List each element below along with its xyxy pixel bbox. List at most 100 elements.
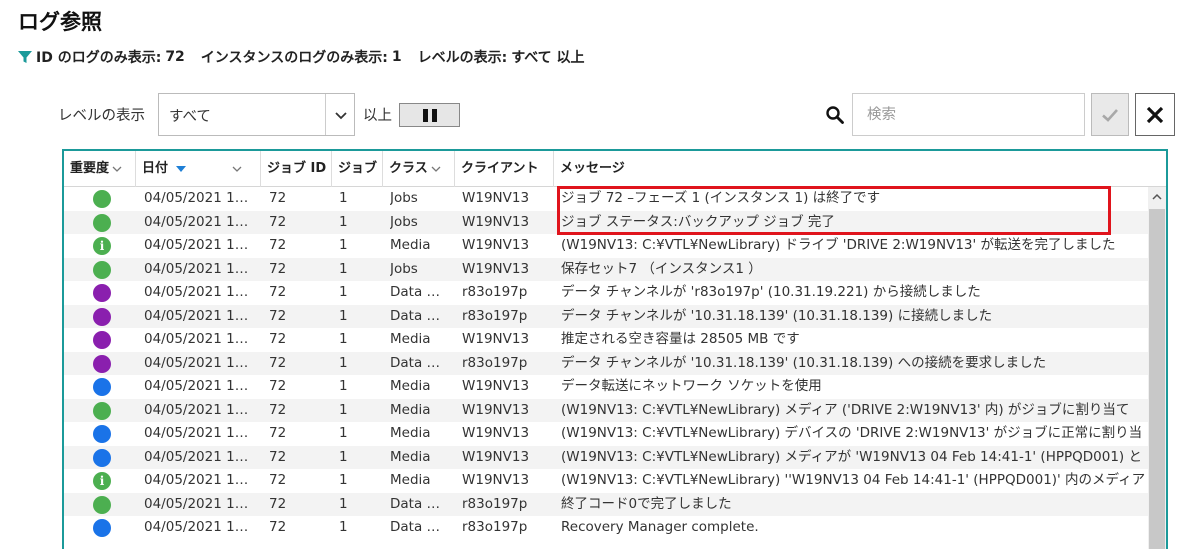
pause-icon-bar	[431, 108, 437, 122]
column-header-message[interactable]: メッセージ	[554, 151, 1166, 187]
cell-class: Data …	[390, 519, 441, 535]
column-header-job-id-label: ジョブ ID	[267, 161, 327, 176]
column-header-message-label: メッセージ	[560, 161, 625, 176]
table-row[interactable]: 04/05/2021 1… 72 1 Data … r83o197p Recovery M…	[64, 516, 1148, 540]
filter-instance-label: インスタンスのログのみ表示:	[200, 50, 388, 66]
cell-client: r83o197p	[462, 354, 528, 371]
cell-date: 04/05/2021 1…	[144, 495, 249, 512]
table-row[interactable]: 04/05/2021 1… 72 1 Media W19NV13 データ転送にネットワーク…	[64, 375, 1148, 399]
cell-date: 04/05/2021 1…	[144, 284, 249, 300]
cell-message: (W19NV13: C:¥VTL¥NewLibrary) ドライブ 'DRIVE…	[561, 237, 1116, 253]
pause-button[interactable]	[399, 103, 460, 127]
search-input[interactable]	[852, 93, 1085, 136]
cell-date: 04/05/2021 1…	[144, 425, 249, 441]
cell-client: W19NV13	[462, 237, 530, 253]
cell-class: Jobs	[390, 213, 418, 230]
column-header-severity[interactable]: 重要度	[64, 151, 136, 187]
confirm-button[interactable]	[1091, 93, 1129, 136]
table-row[interactable]: 04/05/2021 1… 72 1 Jobs W19NV13 保存セット7 （インスタン…	[64, 257, 1148, 281]
cell-client: r83o197p	[462, 519, 528, 535]
cell-job-id: 72	[269, 307, 287, 324]
cell-job: 1	[339, 472, 348, 488]
column-header-job[interactable]: ジョブ	[332, 151, 383, 187]
cell-client: W19NV13	[462, 331, 530, 347]
cell-class: Media	[390, 331, 431, 347]
cell-job-id: 72	[269, 472, 287, 488]
cell-date: 04/05/2021 1…	[144, 213, 249, 230]
cell-job-id: 72	[269, 213, 287, 230]
filter-id-label: ID のログのみ表示:	[36, 50, 162, 66]
table-row[interactable]: i 04/05/2021 1… 72 1 Media W19NV13 (W19NV13: C…	[64, 469, 1148, 493]
cell-job: 1	[339, 237, 348, 253]
cell-class: Jobs	[390, 190, 418, 206]
clear-button[interactable]	[1135, 93, 1175, 136]
level-select-divider	[325, 94, 326, 135]
cell-class: Media	[390, 472, 431, 488]
cell-date: 04/05/2021 1…	[144, 378, 249, 394]
info-icon: i	[93, 472, 111, 490]
filter-id-value: 72	[165, 49, 185, 65]
info-icon: i	[93, 237, 111, 255]
table-row[interactable]: 04/05/2021 1… 72 1 Media W19NV13 推定される空き容量は 2…	[64, 328, 1148, 352]
cell-date: 04/05/2021 1…	[144, 354, 249, 371]
pause-icon	[422, 108, 428, 122]
column-header-client[interactable]: クライアント	[455, 151, 554, 187]
cell-job-id: 72	[269, 378, 287, 394]
cell-class: Data …	[390, 284, 441, 300]
cell-client: r83o197p	[462, 284, 528, 300]
filter-instance-value: 1	[391, 49, 402, 65]
vertical-scrollbar[interactable]	[1148, 187, 1166, 549]
table-row[interactable]: 04/05/2021 1… 72 1 Data … r83o197p データ チャンネルが…	[64, 351, 1148, 375]
table-row[interactable]: 04/05/2021 1… 72 1 Jobs W19NV13 ジョブ 72 –フェーズ …	[64, 187, 1148, 211]
cell-job: 1	[339, 425, 348, 441]
cell-client: W19NV13	[462, 378, 530, 394]
chevron-down-icon	[335, 112, 347, 120]
chevron-up-icon[interactable]	[1148, 187, 1166, 207]
cell-client: W19NV13	[462, 472, 530, 488]
column-header-job-id[interactable]: ジョブ ID	[261, 151, 332, 187]
column-header-class[interactable]: クラス	[383, 151, 455, 187]
grid-header: 重要度 日付 ジョブ ID ジョブ クラス クライアント メッセージ	[64, 151, 1166, 187]
table-row[interactable]: 04/05/2021 1… 72 1 Media W19NV13 (W19NV13: C:…	[64, 445, 1148, 469]
filter-summary[interactable]: ID のログのみ表示: 72 インスタンスのログのみ表示: 1 レベルの表示: …	[18, 47, 585, 67]
scrollbar-thumb[interactable]	[1149, 209, 1165, 549]
cell-job: 1	[339, 378, 348, 394]
cell-message: 保存セット7 （インスタンス1 ）	[561, 260, 762, 277]
table-row[interactable]: 04/05/2021 1… 72 1 Data … r83o197p データ チャンネルが…	[64, 281, 1148, 305]
cell-class: Media	[390, 401, 431, 418]
column-header-date[interactable]: 日付	[136, 151, 261, 187]
cell-message: 終了コード0で完了しました	[561, 495, 732, 512]
cell-job-id: 72	[269, 401, 287, 418]
cell-client: W19NV13	[462, 260, 530, 277]
column-header-class-label: クラス	[389, 161, 428, 176]
table-row[interactable]: 04/05/2021 1… 72 1 Data … r83o197p 終了コード0で完了し…	[64, 492, 1148, 516]
cell-message: (W19NV13: C:¥VTL¥NewLibrary) メディアが 'W19N…	[561, 448, 1142, 465]
close-icon	[1146, 106, 1164, 123]
severity-success-icon	[93, 260, 111, 279]
severity-blue-icon	[93, 425, 111, 443]
severity-success-icon	[93, 190, 111, 208]
chevron-down-icon	[431, 166, 441, 172]
table-row[interactable]: 04/05/2021 1… 72 1 Data … r83o197p データ チャンネルが…	[64, 304, 1148, 328]
cell-client: r83o197p	[462, 495, 528, 512]
cell-job-id: 72	[269, 190, 287, 206]
cell-date: 04/05/2021 1…	[144, 448, 249, 465]
severity-blue-icon	[93, 378, 111, 396]
sort-desc-icon	[175, 165, 186, 172]
table-row[interactable]: i 04/05/2021 1… 72 1 Media W19NV13 (W19NV13: C…	[64, 234, 1148, 258]
cell-job-id: 72	[269, 495, 287, 512]
table-row[interactable]: 04/05/2021 1… 72 1 Media W19NV13 (W19NV13: C:…	[64, 398, 1148, 422]
table-row[interactable]: 04/05/2021 1… 72 1 Jobs W19NV13 ジョブ ステータス:バック…	[64, 210, 1148, 234]
cell-message: データ チャンネルが '10.31.18.139' (10.31.18.139)…	[561, 307, 993, 324]
cell-message: ジョブ ステータス:バックアップ ジョブ 完了	[561, 213, 835, 230]
table-row[interactable]: 04/05/2021 1… 72 1 Media W19NV13 (W19NV13: C:…	[64, 422, 1148, 446]
cell-client: W19NV13	[462, 425, 530, 441]
cell-job-id: 72	[269, 284, 287, 300]
level-select-value: すべて	[169, 109, 211, 125]
cell-job: 1	[339, 284, 348, 300]
level-select[interactable]: すべて	[158, 93, 355, 136]
cell-message: データ チャンネルが 'r83o197p' (10.31.19.221) から接…	[561, 284, 981, 300]
cell-job: 1	[339, 354, 348, 371]
cell-class: Media	[390, 237, 431, 253]
cell-job-id: 72	[269, 331, 287, 347]
